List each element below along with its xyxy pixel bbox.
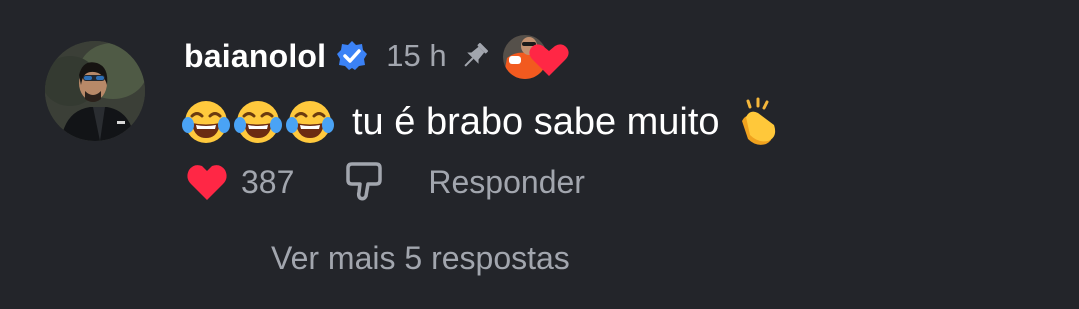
heart-icon[interactable] — [183, 160, 231, 204]
like-count: 387 — [241, 163, 295, 200]
view-more-replies-button[interactable]: Ver mais 5 respostas — [271, 240, 570, 277]
laughing-tears-emoji — [286, 98, 334, 146]
emoji-group — [182, 98, 338, 146]
laughing-tears-emoji — [182, 98, 230, 146]
dislike-icon[interactable] — [342, 160, 386, 204]
verified-badge-icon — [336, 40, 368, 72]
comment-actions: 387 Responder — [183, 160, 585, 204]
laughing-tears-emoji — [234, 98, 282, 146]
username-link[interactable]: baianolol — [184, 38, 326, 75]
clapping-hands-emoji — [734, 97, 778, 147]
reply-button[interactable]: Responder — [428, 164, 585, 201]
comment-body: tu é brabo sabe muito — [182, 94, 778, 150]
pin-icon — [459, 40, 491, 72]
comment-text: tu é brabo sabe muito — [352, 100, 720, 143]
creator-heart-avatar — [501, 32, 571, 80]
user-avatar[interactable] — [45, 41, 145, 141]
comment-header: baianolol 15 h — [184, 32, 571, 80]
comment-timestamp: 15 h — [386, 38, 447, 73]
